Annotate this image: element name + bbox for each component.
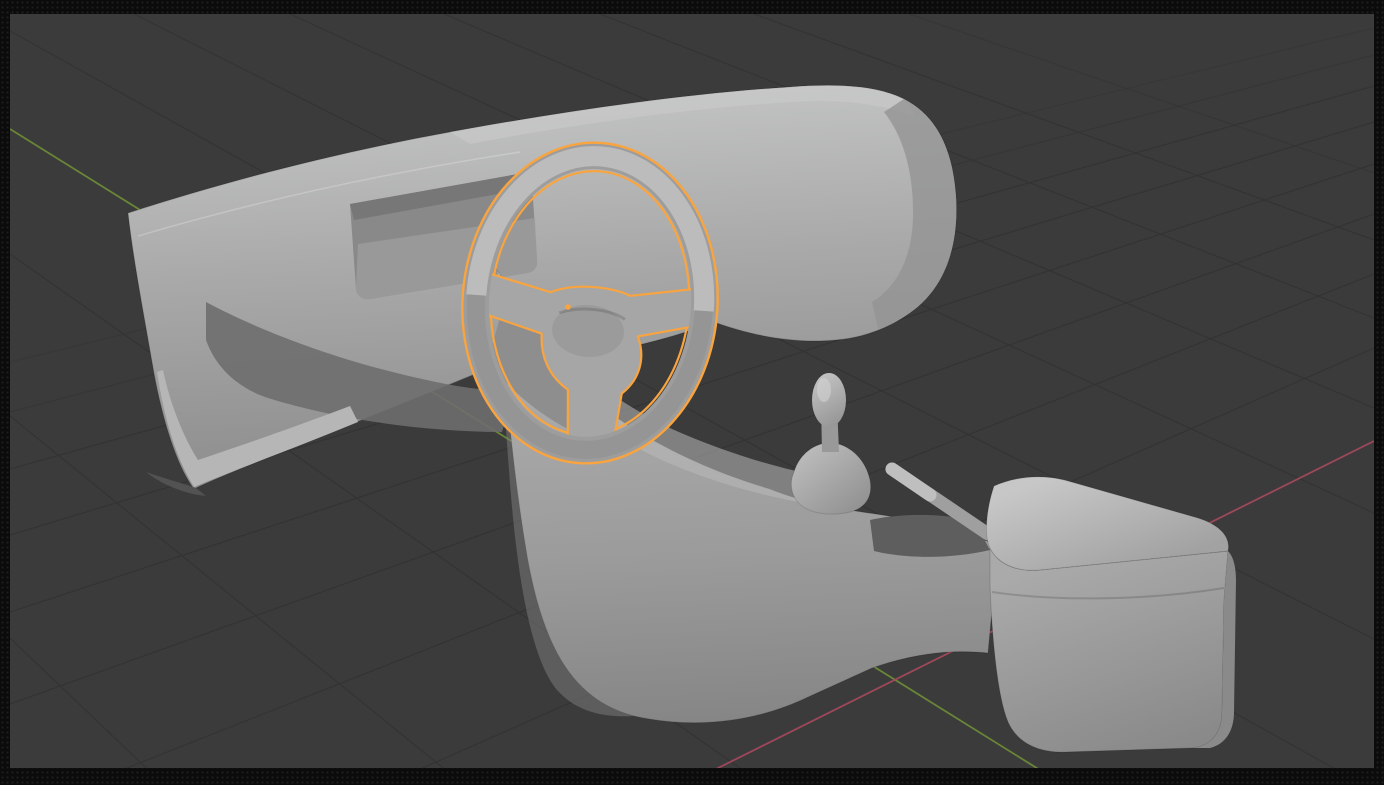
- armrest-object[interactable]: [986, 476, 1236, 753]
- object-origin-point: [565, 304, 571, 310]
- screenshot-stage: [0, 0, 1384, 785]
- 3d-viewport[interactable]: [10, 14, 1374, 768]
- shifter-knob-highlight: [817, 378, 831, 402]
- armrest-front-face: [989, 547, 1229, 753]
- shifter-knob: [812, 373, 846, 427]
- scene-canvas: [10, 14, 1374, 768]
